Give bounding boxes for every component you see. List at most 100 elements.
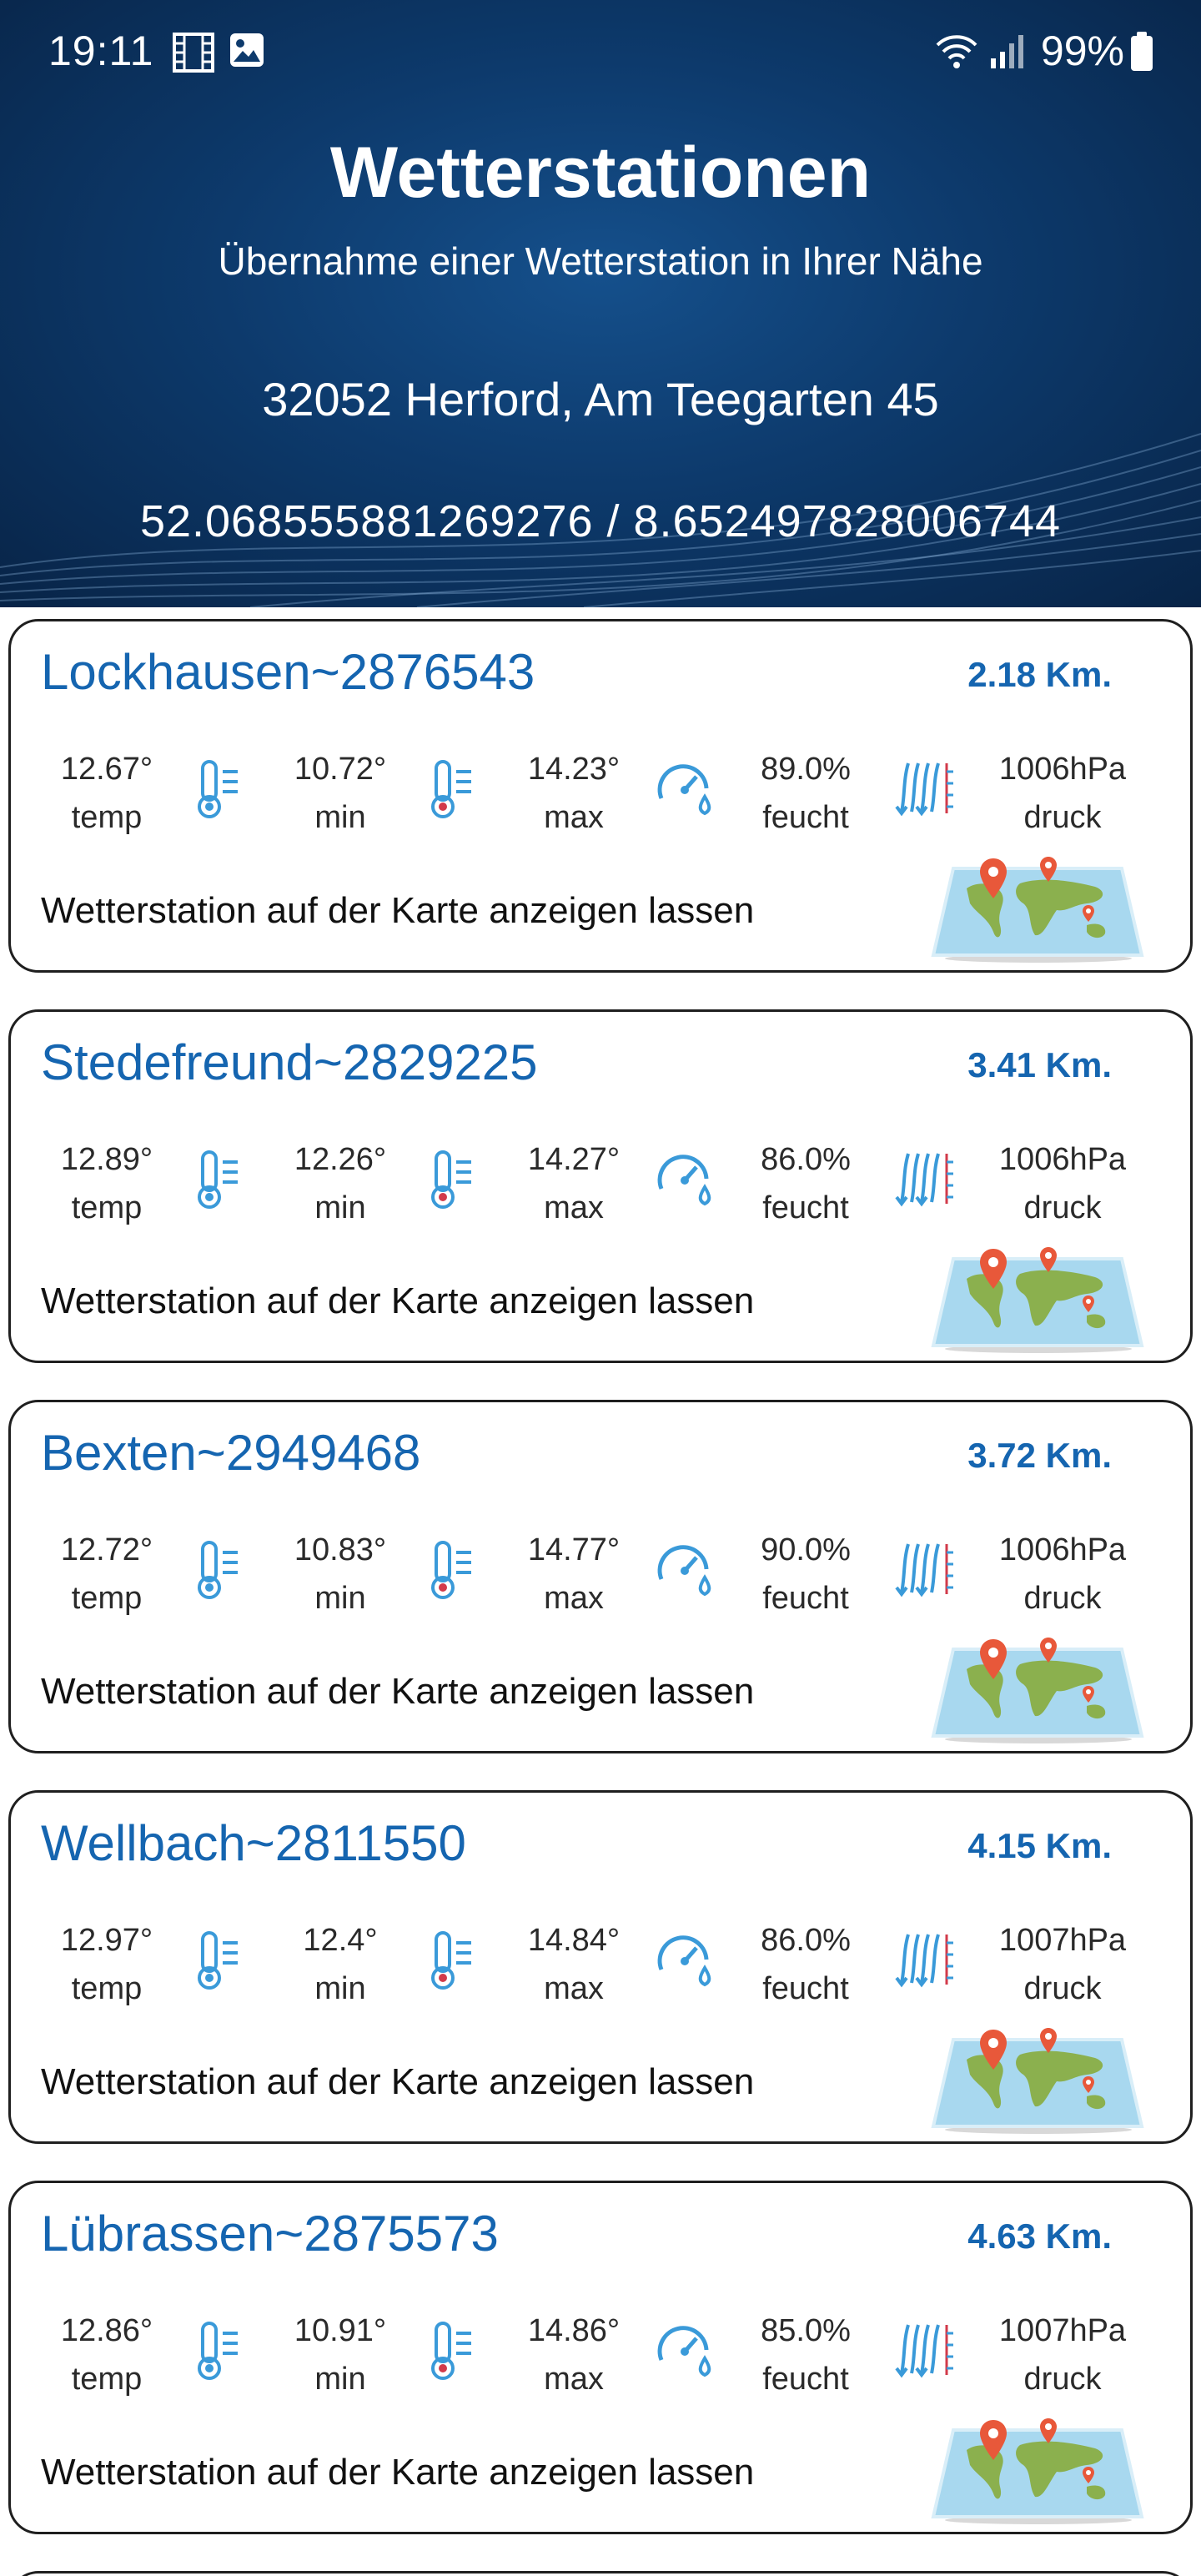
min-metric: 10.91° min bbox=[269, 2307, 411, 2403]
humidity-metric: 86.0% feucht bbox=[735, 1916, 877, 2013]
min-metric: 12.26° min bbox=[269, 1135, 411, 1232]
station-name: Stedefreund~2829225 bbox=[41, 1034, 538, 1090]
humidity-label: feucht bbox=[762, 800, 849, 835]
temp-metric: 12.86° temp bbox=[36, 2307, 178, 2403]
pressure-value: 1006hPa bbox=[998, 1142, 1127, 1177]
station-card[interactable]: Lübrassen~2875573 4.63 Km. 12.86° temp 1… bbox=[8, 2181, 1193, 2534]
status-bar: 19:11 99% bbox=[0, 0, 1201, 103]
page-subtitle: Übernahme einer Wetterstation in Ihrer N… bbox=[218, 239, 983, 283]
clock: 19:11 bbox=[48, 28, 154, 74]
station-card[interactable]: Bexten~2949468 3.72 Km. 12.72° temp 10.8… bbox=[8, 1400, 1193, 1753]
max-metric: 14.23° max bbox=[503, 745, 645, 842]
max-label: max bbox=[544, 1190, 604, 1225]
pressure-value: 1006hPa bbox=[998, 752, 1127, 787]
world-map-icon[interactable] bbox=[923, 1245, 1157, 1354]
temp-metric: 12.97° temp bbox=[36, 1916, 178, 2013]
humidity-gauge-icon bbox=[657, 1155, 711, 1206]
station-card[interactable]: Lockhausen~2876543 2.18 Km. 12.67° temp … bbox=[8, 619, 1193, 973]
pressure-metric: 1007hPa druck bbox=[992, 2307, 1133, 2403]
humidity-value: 85.0% bbox=[761, 2313, 851, 2348]
humidity-value: 86.0% bbox=[761, 1923, 851, 1958]
min-value: 12.26° bbox=[294, 1142, 387, 1177]
show-on-map-link[interactable]: Wetterstation auf der Karte anzeigen las… bbox=[41, 1280, 754, 1322]
pressure-value: 1007hPa bbox=[998, 1923, 1127, 1958]
world-map-icon[interactable] bbox=[923, 1636, 1157, 1744]
max-metric: 14.84° max bbox=[503, 1916, 645, 2013]
humidity-label: feucht bbox=[762, 1581, 849, 1616]
thermometer-icon bbox=[198, 1931, 238, 1990]
humidity-metric: 90.0% feucht bbox=[735, 1526, 877, 1623]
pressure-icon bbox=[895, 762, 953, 817]
show-on-map-link[interactable]: Wetterstation auf der Karte anzeigen las… bbox=[41, 1671, 754, 1713]
world-map-icon[interactable] bbox=[923, 2417, 1157, 2525]
world-map-icon[interactable] bbox=[923, 855, 1157, 963]
temp-metric: 12.67° temp bbox=[36, 745, 178, 842]
temp-value: 12.67° bbox=[60, 752, 153, 787]
max-label: max bbox=[544, 800, 604, 835]
pressure-icon bbox=[895, 1153, 953, 1207]
header: 19:11 99% Wetterstationen Übernahme eine… bbox=[0, 0, 1201, 607]
humidity-gauge-icon bbox=[657, 1545, 711, 1597]
humidity-label: feucht bbox=[762, 1190, 849, 1225]
station-card[interactable]: Wellbach~2811550 4.15 Km. 12.97° temp 12… bbox=[8, 1790, 1193, 2144]
min-value: 10.72° bbox=[294, 752, 387, 787]
min-label: min bbox=[314, 1190, 366, 1225]
temp-label: temp bbox=[71, 800, 143, 835]
max-value: 14.84° bbox=[527, 1923, 621, 1958]
image-icon bbox=[230, 33, 264, 67]
pressure-metric: 1006hPa druck bbox=[992, 1526, 1133, 1623]
station-name: Bexten~2949468 bbox=[41, 1425, 421, 1481]
battery-icon bbox=[1131, 32, 1153, 71]
min-value: 10.91° bbox=[294, 2313, 387, 2348]
min-value: 10.83° bbox=[294, 1532, 387, 1567]
world-map-icon[interactable] bbox=[923, 2026, 1157, 2135]
humidity-metric: 89.0% feucht bbox=[735, 745, 877, 842]
pressure-label: druck bbox=[1023, 1971, 1102, 2006]
film-icon bbox=[173, 33, 214, 73]
station-distance: 2.18 Km. bbox=[967, 655, 1112, 694]
show-on-map-link[interactable]: Wetterstation auf der Karte anzeigen las… bbox=[41, 2061, 754, 2103]
station-distance: 3.41 Km. bbox=[967, 1045, 1112, 1084]
humidity-value: 89.0% bbox=[761, 752, 851, 787]
station-distance: 4.15 Km. bbox=[967, 1826, 1112, 1865]
signal-icon bbox=[991, 35, 1023, 68]
min-metric: 12.4° min bbox=[269, 1916, 411, 2013]
temp-metric: 12.72° temp bbox=[36, 1526, 178, 1623]
min-label: min bbox=[314, 1971, 366, 2006]
thermometer-max-icon bbox=[431, 760, 471, 818]
pressure-icon bbox=[895, 1934, 953, 1988]
station-distance: 4.63 Km. bbox=[967, 2216, 1112, 2256]
thermometer-icon bbox=[198, 1150, 238, 1209]
humidity-value: 86.0% bbox=[761, 1142, 851, 1177]
pressure-label: druck bbox=[1023, 1190, 1102, 1225]
temp-value: 12.86° bbox=[60, 2313, 153, 2348]
thermometer-max-icon bbox=[431, 1541, 471, 1599]
temp-value: 12.72° bbox=[60, 1532, 153, 1567]
humidity-metric: 85.0% feucht bbox=[735, 2307, 877, 2403]
max-label: max bbox=[544, 1581, 604, 1616]
min-metric: 10.72° min bbox=[269, 745, 411, 842]
thermometer-icon bbox=[198, 2322, 238, 2380]
station-card[interactable] bbox=[8, 2571, 1193, 2576]
temp-label: temp bbox=[71, 1581, 143, 1616]
show-on-map-link[interactable]: Wetterstation auf der Karte anzeigen las… bbox=[41, 2452, 754, 2493]
humidity-label: feucht bbox=[762, 2362, 849, 2397]
temp-label: temp bbox=[71, 1190, 143, 1225]
pressure-metric: 1006hPa druck bbox=[992, 1135, 1133, 1232]
humidity-metric: 86.0% feucht bbox=[735, 1135, 877, 1232]
show-on-map-link[interactable]: Wetterstation auf der Karte anzeigen las… bbox=[41, 890, 754, 932]
temp-label: temp bbox=[71, 2362, 143, 2397]
pressure-value: 1006hPa bbox=[998, 1532, 1127, 1567]
temp-value: 12.97° bbox=[60, 1923, 153, 1958]
station-name: Wellbach~2811550 bbox=[41, 1815, 466, 1871]
station-card[interactable]: Stedefreund~2829225 3.41 Km. 12.89° temp… bbox=[8, 1009, 1193, 1363]
thermometer-max-icon bbox=[431, 1931, 471, 1990]
thermometer-icon bbox=[198, 760, 238, 818]
humidity-gauge-icon bbox=[657, 1935, 711, 1987]
min-value: 12.4° bbox=[303, 1923, 378, 1958]
temp-value: 12.89° bbox=[60, 1142, 153, 1177]
max-metric: 14.86° max bbox=[503, 2307, 645, 2403]
max-metric: 14.27° max bbox=[503, 1135, 645, 1232]
max-value: 14.27° bbox=[527, 1142, 621, 1177]
humidity-gauge-icon bbox=[657, 2326, 711, 2377]
